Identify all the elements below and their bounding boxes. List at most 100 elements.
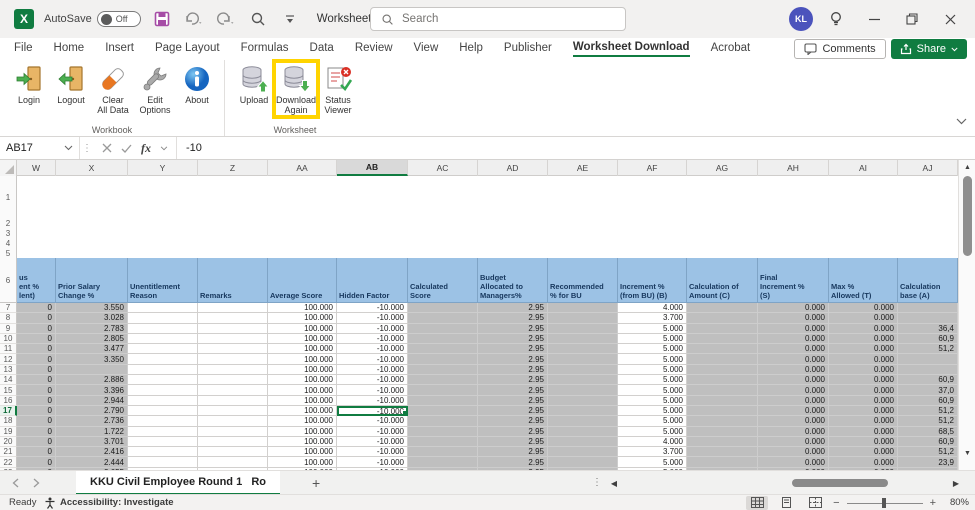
grid-cell-AC10[interactable] bbox=[408, 334, 478, 344]
grid-cell-Z10[interactable] bbox=[198, 334, 268, 344]
grid-cell-Y21[interactable] bbox=[128, 447, 198, 457]
undo-button[interactable] bbox=[183, 8, 205, 30]
row-header-2[interactable]: 2 bbox=[0, 218, 17, 228]
grid-cell-Y8[interactable] bbox=[128, 313, 198, 323]
grid-cell-AF7[interactable]: 4.000 bbox=[618, 303, 687, 313]
grid-cell-AC19[interactable] bbox=[408, 427, 478, 437]
grid-cell-AB14[interactable]: -10.000 bbox=[337, 375, 408, 385]
select-all-corner[interactable] bbox=[0, 160, 17, 176]
grid-cell-AH10[interactable]: 0.000 bbox=[758, 334, 829, 344]
tab-file[interactable]: File bbox=[14, 42, 33, 56]
grid-cell-X8[interactable]: 3.028 bbox=[56, 313, 128, 323]
grid-cell-W20[interactable]: 0 bbox=[17, 437, 56, 447]
grid-cell-AF15[interactable]: 5.000 bbox=[618, 385, 687, 395]
grid-cell-AA11[interactable]: 100.000 bbox=[268, 344, 337, 354]
header-cell-AC6[interactable]: Calculated Score bbox=[408, 258, 478, 303]
header-cell-AF6[interactable]: Increment % (from BU) (B) bbox=[618, 258, 687, 303]
horizontal-scroll-track[interactable] bbox=[620, 478, 950, 488]
grid-cell-AF14[interactable]: 5.000 bbox=[618, 375, 687, 385]
grid-cell-AI22[interactable]: 0.000 bbox=[829, 457, 898, 467]
grid-cell-AJ15[interactable]: 37,0 bbox=[898, 385, 958, 395]
sheet-tab-active[interactable]: KKU Civil Employee Round 1 Ro bbox=[76, 471, 280, 495]
grid-cell-AF12[interactable]: 5.000 bbox=[618, 354, 687, 364]
grid-cell-AJ21[interactable]: 51,2 bbox=[898, 447, 958, 457]
row-header-12[interactable]: 12 bbox=[0, 354, 17, 364]
grid-cell-AE15[interactable] bbox=[548, 385, 618, 395]
grid-cell-AF13[interactable]: 5.000 bbox=[618, 365, 687, 375]
grid-cell-AJ20[interactable]: 60,9 bbox=[898, 437, 958, 447]
scroll-right-icon[interactable]: ▶ bbox=[950, 479, 962, 488]
tab-insert[interactable]: Insert bbox=[105, 42, 134, 56]
grid-cell-Y22[interactable] bbox=[128, 457, 198, 467]
column-header-Z[interactable]: Z bbox=[198, 160, 268, 176]
horizontal-scrollbar[interactable]: ◀ ▶ bbox=[608, 475, 962, 491]
header-cell-AD6[interactable]: Budget Allocated to Managers% bbox=[478, 258, 548, 303]
grid-cell-W12[interactable]: 0 bbox=[17, 354, 56, 364]
grid-cell-AJ10[interactable]: 60,9 bbox=[898, 334, 958, 344]
grid-cell-AE20[interactable] bbox=[548, 437, 618, 447]
grid-cell-AD9[interactable]: 2.95 bbox=[478, 324, 548, 334]
grid-cell-AE18[interactable] bbox=[548, 416, 618, 426]
grid-cell-AD8[interactable]: 2.95 bbox=[478, 313, 548, 323]
grid-cell-AA17[interactable]: 100.000 bbox=[268, 406, 337, 416]
grid-cell-Z11[interactable] bbox=[198, 344, 268, 354]
prev-sheet-icon[interactable] bbox=[12, 478, 19, 488]
grid-cell-X7[interactable]: 3.550 bbox=[56, 303, 128, 313]
grid-cell-AC9[interactable] bbox=[408, 324, 478, 334]
grid-cell-AB22[interactable]: -10.000 bbox=[337, 457, 408, 467]
grid-cell-AC12[interactable] bbox=[408, 354, 478, 364]
grid-cell-W9[interactable]: 0 bbox=[17, 324, 56, 334]
grid-cell-Y19[interactable] bbox=[128, 427, 198, 437]
grid-cell-AG10[interactable] bbox=[687, 334, 758, 344]
grid-cell-AC16[interactable] bbox=[408, 396, 478, 406]
grid-cell-AB19[interactable]: -10.000 bbox=[337, 427, 408, 437]
upload-button[interactable]: Upload bbox=[233, 62, 275, 105]
row-header-21[interactable]: 21 bbox=[0, 447, 17, 457]
grid-cell-AJ14[interactable]: 60,9 bbox=[898, 375, 958, 385]
grid-cell-Z12[interactable] bbox=[198, 354, 268, 364]
grid-cell-AG21[interactable] bbox=[687, 447, 758, 457]
grid-cell-X18[interactable]: 2.736 bbox=[56, 416, 128, 426]
column-header-W[interactable]: W bbox=[17, 160, 56, 176]
grid-cell-W17[interactable]: 0 bbox=[17, 406, 56, 416]
grid-cell-AD12[interactable]: 2.95 bbox=[478, 354, 548, 364]
grid-cell-AE8[interactable] bbox=[548, 313, 618, 323]
grid-cell-AG8[interactable] bbox=[687, 313, 758, 323]
grid-cell-AA14[interactable]: 100.000 bbox=[268, 375, 337, 385]
scroll-down-icon[interactable]: ▼ bbox=[959, 450, 975, 457]
grid-cell-AD15[interactable]: 2.95 bbox=[478, 385, 548, 395]
column-header-AB[interactable]: AB bbox=[337, 160, 408, 176]
scroll-up-icon[interactable]: ▲ bbox=[959, 164, 975, 171]
column-header-AC[interactable]: AC bbox=[408, 160, 478, 176]
grid-cell-Z20[interactable] bbox=[198, 437, 268, 447]
grid-cell-AB15[interactable]: -10.000 bbox=[337, 385, 408, 395]
tab-view[interactable]: View bbox=[414, 42, 439, 56]
grid-cell-AE22[interactable] bbox=[548, 457, 618, 467]
collapse-ribbon-button[interactable] bbox=[956, 112, 967, 130]
grid-cell-AA19[interactable]: 100.000 bbox=[268, 427, 337, 437]
grid-cell-AH11[interactable]: 0.000 bbox=[758, 344, 829, 354]
grid-cell-AH20[interactable]: 0.000 bbox=[758, 437, 829, 447]
grid-cell-X15[interactable]: 3.396 bbox=[56, 385, 128, 395]
grid-cell-AA21[interactable]: 100.000 bbox=[268, 447, 337, 457]
grid-cell-AJ7[interactable] bbox=[898, 303, 958, 313]
grid-cell-W22[interactable]: 0 bbox=[17, 457, 56, 467]
row-header-7[interactable]: 7 bbox=[0, 303, 17, 313]
grid-cell-AI8[interactable]: 0.000 bbox=[829, 313, 898, 323]
edit-options-button[interactable]: Edit Options bbox=[134, 62, 176, 116]
next-sheet-icon[interactable] bbox=[33, 478, 40, 488]
grid-cell-AH19[interactable]: 0.000 bbox=[758, 427, 829, 437]
grid-cell-Z15[interactable] bbox=[198, 385, 268, 395]
page-break-preview-button[interactable] bbox=[804, 496, 826, 510]
grid-cell-AJ18[interactable]: 51,2 bbox=[898, 416, 958, 426]
grid-cell-Z19[interactable] bbox=[198, 427, 268, 437]
cancel-entry-icon[interactable] bbox=[102, 143, 112, 153]
grid-cell-AD21[interactable]: 2.95 bbox=[478, 447, 548, 457]
grid-cell-AG20[interactable] bbox=[687, 437, 758, 447]
grid-cell-Y9[interactable] bbox=[128, 324, 198, 334]
page-layout-view-button[interactable] bbox=[775, 496, 797, 510]
grid-cell-AC18[interactable] bbox=[408, 416, 478, 426]
grid-cell-W14[interactable]: 0 bbox=[17, 375, 56, 385]
grid-cell-AC8[interactable] bbox=[408, 313, 478, 323]
grid-cell-AG13[interactable] bbox=[687, 365, 758, 375]
